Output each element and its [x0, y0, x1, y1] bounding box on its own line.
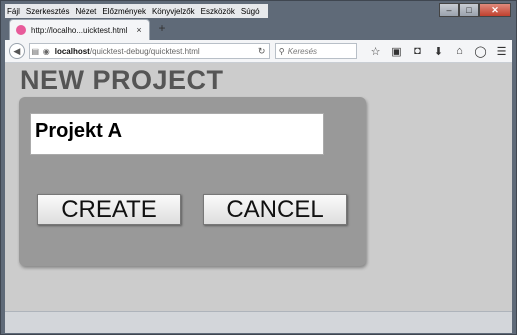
- window-controls: – □ ✕: [439, 3, 511, 17]
- tab-quicktest[interactable]: http://localho...uicktest.html ×: [9, 19, 150, 40]
- maximize-button[interactable]: □: [459, 3, 479, 17]
- download-icon[interactable]: ⬇: [428, 45, 449, 58]
- firefox-favicon-icon: [16, 25, 26, 35]
- hamburger-menu-icon[interactable]: ☰: [491, 45, 512, 58]
- chat-bubble-icon[interactable]: ◯: [470, 45, 491, 58]
- browser-window: Fájl Szerkesztés Nézet Előzmények Könyvj…: [0, 0, 517, 335]
- menu-item-edit[interactable]: Szerkesztés: [26, 7, 70, 16]
- search-input[interactable]: ⚲ Keresés: [274, 43, 357, 59]
- menu-item-help[interactable]: Súgó: [241, 7, 260, 16]
- menu-bar: Fájl Szerkesztés Nézet Előzmények Könyvj…: [5, 4, 268, 18]
- create-button[interactable]: CREATE: [37, 194, 181, 225]
- toolbar-icons: ☆ ▣ ◘ ⬇ ⌂ ◯ ☰: [365, 45, 512, 58]
- search-icon: ⚲: [278, 46, 285, 56]
- menu-item-history[interactable]: Előzmények: [102, 7, 146, 16]
- bookmark-star-icon[interactable]: ☆: [365, 45, 386, 58]
- minimize-button[interactable]: –: [439, 3, 459, 17]
- project-name-field[interactable]: Projekt A: [30, 113, 324, 155]
- home-icon[interactable]: ⌂: [449, 45, 470, 58]
- menu-item-file[interactable]: Fájl: [7, 7, 20, 16]
- address-bar[interactable]: ▤ ◉ localhost /quicktest-debug/quicktest…: [28, 43, 270, 59]
- menu-item-tools[interactable]: Eszközök: [201, 7, 235, 16]
- page-viewport: NEW PROJECT Projekt A CREATE CANCEL: [5, 63, 512, 311]
- reader-view-icon[interactable]: ▤: [30, 47, 41, 56]
- pocket-icon[interactable]: ◘: [407, 45, 428, 58]
- reload-icon[interactable]: ↻: [255, 46, 269, 57]
- back-arrow-icon[interactable]: ◀: [9, 43, 25, 59]
- close-window-button[interactable]: ✕: [479, 3, 511, 17]
- new-tab-button[interactable]: +: [155, 21, 169, 35]
- search-placeholder: Keresés: [287, 46, 318, 56]
- site-identity-icon[interactable]: ◉: [41, 47, 52, 56]
- url-host: localhost: [54, 46, 90, 56]
- new-project-panel: Projekt A CREATE CANCEL: [19, 97, 366, 266]
- tab-close-icon[interactable]: ×: [133, 25, 145, 35]
- page-title: NEW PROJECT: [20, 65, 224, 95]
- navigation-toolbar: ◀ ▤ ◉ localhost /quicktest-debug/quickte…: [5, 40, 512, 63]
- url-path: /quicktest-debug/quicktest.html: [89, 46, 200, 56]
- cancel-button[interactable]: CANCEL: [203, 194, 347, 225]
- status-bar: [5, 311, 512, 333]
- menu-item-view[interactable]: Nézet: [75, 7, 96, 16]
- bookmarks-list-icon[interactable]: ▣: [386, 45, 407, 58]
- tab-strip: http://localho...uicktest.html × +: [5, 18, 512, 40]
- menu-item-bookmarks[interactable]: Könyvjelzők: [152, 7, 195, 16]
- tab-title: http://localho...uicktest.html: [31, 25, 128, 35]
